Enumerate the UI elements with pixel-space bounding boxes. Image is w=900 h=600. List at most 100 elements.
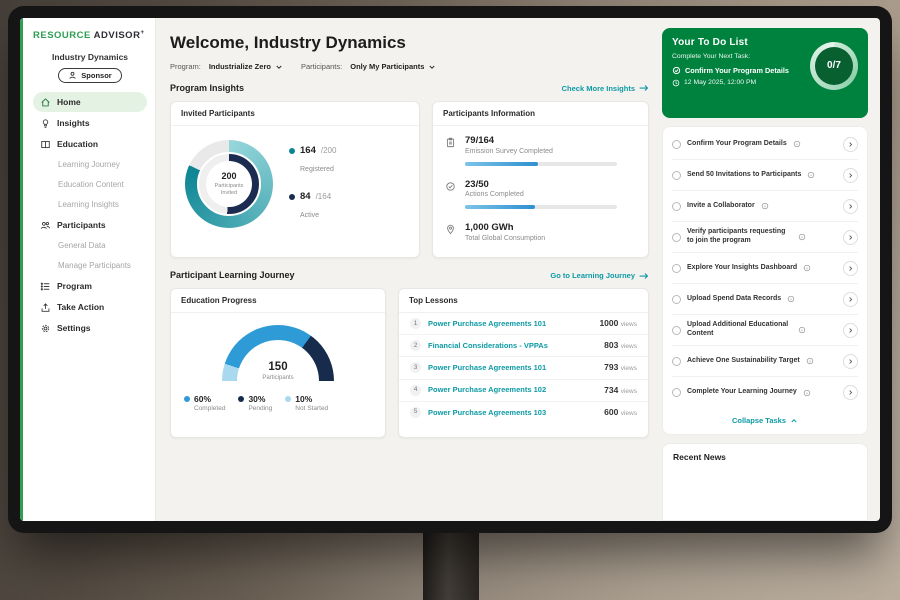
task-label: Invite a Collaborator xyxy=(687,202,755,211)
insights-cards-row: Invited Participants 200 Participants In… xyxy=(170,101,649,258)
task-label: Complete Your Learning Journey xyxy=(687,388,797,397)
info-icon[interactable] xyxy=(803,389,811,397)
sidebar-item-settings[interactable]: Settings xyxy=(33,318,147,338)
info-icon[interactable] xyxy=(798,233,806,241)
info-icon[interactable] xyxy=(798,326,806,334)
task-row-upload-educational-content[interactable]: Upload Additional Educational Content xyxy=(672,315,858,346)
task-checkbox[interactable] xyxy=(672,388,681,397)
task-checkbox[interactable] xyxy=(672,202,681,211)
lesson-link[interactable]: Financial Considerations - VPPAs xyxy=(428,341,597,350)
info-icon[interactable] xyxy=(807,171,815,179)
todo-summary-card: Your To Do List Complete Your Next Task:… xyxy=(662,28,868,118)
next-task-label: Confirm Your Program Details xyxy=(685,66,789,75)
info-icon[interactable] xyxy=(793,140,801,148)
sidebar-item-learning-journey[interactable]: Learning Journey xyxy=(33,155,147,174)
sidebar-item-insights[interactable]: Insights xyxy=(33,113,147,133)
task-open-button[interactable] xyxy=(843,261,858,276)
lesson-rank: 3 xyxy=(410,362,421,373)
collapse-label: Collapse Tasks xyxy=(732,416,786,425)
chevron-right-icon xyxy=(847,234,854,241)
task-open-button[interactable] xyxy=(843,230,858,245)
todo-tasks-card: Confirm Your Program Details Send 50 Inv… xyxy=(662,126,868,435)
progress-fill xyxy=(465,205,535,209)
sidebar-item-manage-participants[interactable]: Manage Participants xyxy=(33,256,147,275)
lesson-link[interactable]: Power Purchase Agreements 101 xyxy=(428,363,597,372)
chevron-right-icon xyxy=(847,389,854,396)
task-checkbox[interactable] xyxy=(672,171,681,180)
lesson-link[interactable]: Power Purchase Agreements 101 xyxy=(428,319,592,328)
task-open-button[interactable] xyxy=(843,385,858,400)
sponsor-badge[interactable]: Sponsor xyxy=(58,68,121,83)
go-to-learning-journey-link[interactable]: Go to Learning Journey xyxy=(550,271,649,280)
donut-center-value: 200 xyxy=(221,171,236,182)
todo-progress-ring: 0/7 xyxy=(810,42,858,90)
task-row-verify-participants[interactable]: Verify participants requesting to join t… xyxy=(672,222,858,253)
task-checkbox[interactable] xyxy=(672,357,681,366)
nav-label: Insights xyxy=(57,118,90,129)
todo-next-task[interactable]: Confirm Your Program Details xyxy=(672,66,802,75)
sidebar-item-education[interactable]: Education xyxy=(33,134,147,154)
emission-survey-value: 79/164 xyxy=(465,135,617,147)
page-title: Welcome, Industry Dynamics xyxy=(170,32,649,53)
lesson-rank: 1 xyxy=(410,318,421,329)
sidebar-item-program[interactable]: Program xyxy=(33,276,147,296)
lightbulb-icon xyxy=(40,118,51,129)
legend-active: 84 /164 Active xyxy=(289,191,336,223)
sidebar-nav: Home Insights Education Learning Journey… xyxy=(33,92,147,338)
info-icon[interactable] xyxy=(806,357,814,365)
task-row-complete-learning-journey[interactable]: Complete Your Learning Journey xyxy=(672,377,858,408)
task-open-button[interactable] xyxy=(843,199,858,214)
sidebar-item-take-action[interactable]: Take Action xyxy=(33,297,147,317)
info-icon[interactable] xyxy=(803,264,811,272)
task-open-button[interactable] xyxy=(843,323,858,338)
lesson-link[interactable]: Power Purchase Agreements 102 xyxy=(428,385,597,394)
task-checkbox[interactable] xyxy=(672,140,681,149)
task-checkbox[interactable] xyxy=(672,264,681,273)
lesson-views-count: 1000 xyxy=(599,318,618,328)
check-more-insights-link[interactable]: Check More Insights xyxy=(562,84,649,93)
task-row-send-invitations[interactable]: Send 50 Invitations to Participants xyxy=(672,160,858,191)
task-label: Verify participants requesting to join t… xyxy=(687,228,792,246)
task-row-invite-collaborator[interactable]: Invite a Collaborator xyxy=(672,191,858,222)
task-open-button[interactable] xyxy=(843,168,858,183)
task-row-confirm-program[interactable]: Confirm Your Program Details xyxy=(672,129,858,160)
sidebar-item-education-content[interactable]: Education Content xyxy=(33,175,147,194)
info-icon[interactable] xyxy=(761,202,769,210)
filters-bar: Program: Industrialize Zero Participants… xyxy=(170,62,649,71)
sidebar-item-general-data[interactable]: General Data xyxy=(33,236,147,255)
task-open-button[interactable] xyxy=(843,292,858,307)
recent-news-title: Recent News xyxy=(673,452,857,463)
task-row-achieve-sustainability-target[interactable]: Achieve One Sustainability Target xyxy=(672,346,858,377)
task-checkbox[interactable] xyxy=(672,295,681,304)
navy-dot xyxy=(238,396,244,402)
gear-icon xyxy=(40,323,51,334)
nav-label: Program xyxy=(57,281,92,292)
invited-participants-card: Invited Participants 200 Participants In… xyxy=(170,101,420,258)
sidebar-item-participants[interactable]: Participants xyxy=(33,215,147,235)
sidebar-item-home[interactable]: Home xyxy=(33,92,147,112)
program-filter-dropdown[interactable]: Industrialize Zero xyxy=(209,62,283,71)
home-icon xyxy=(40,97,51,108)
chevron-down-icon xyxy=(428,63,436,71)
monitor-stand xyxy=(423,531,479,600)
task-label: Send 50 Invitations to Participants xyxy=(687,171,801,180)
learning-journey-header: Participant Learning Journey Go to Learn… xyxy=(170,270,649,281)
nav-label: Settings xyxy=(57,323,91,334)
invited-donut-center: 200 Participants Invited xyxy=(206,161,252,207)
lesson-views-count: 734 xyxy=(604,385,618,395)
task-open-button[interactable] xyxy=(843,137,858,152)
lesson-link[interactable]: Power Purchase Agreements 103 xyxy=(428,408,597,417)
task-row-upload-spend-data[interactable]: Upload Spend Data Records xyxy=(672,284,858,315)
task-checkbox[interactable] xyxy=(672,233,681,242)
lesson-views-word: views xyxy=(621,365,637,372)
task-row-explore-insights[interactable]: Explore Your Insights Dashboard xyxy=(672,253,858,284)
collapse-tasks-link[interactable]: Collapse Tasks xyxy=(672,408,858,432)
participants-filter-dropdown[interactable]: Only My Participants xyxy=(350,62,436,71)
book-icon xyxy=(40,139,51,150)
task-open-button[interactable] xyxy=(843,354,858,369)
education-card-title: Education Progress xyxy=(171,289,385,313)
task-checkbox[interactable] xyxy=(672,326,681,335)
info-icon[interactable] xyxy=(787,295,795,303)
link-label: Check More Insights xyxy=(562,84,635,93)
sidebar-item-learning-insights[interactable]: Learning Insights xyxy=(33,195,147,214)
